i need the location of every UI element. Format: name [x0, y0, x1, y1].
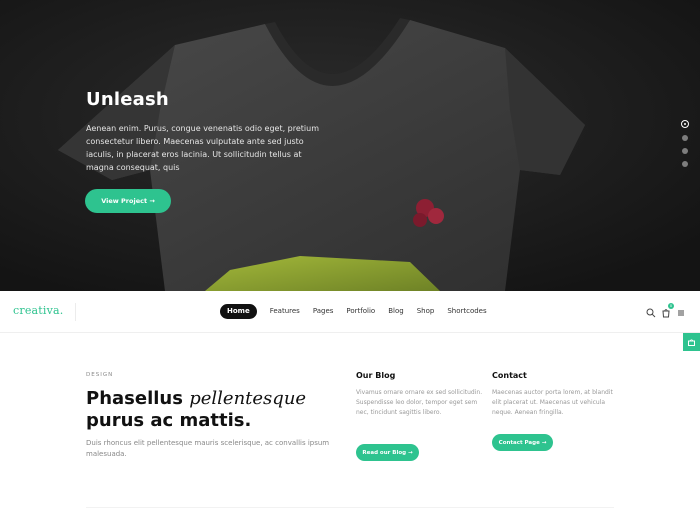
section-body: Duis rhoncus elit pellentesque mauris sc… — [86, 439, 330, 458]
headline-italic: pellentesque — [189, 388, 307, 409]
slider-dot-2[interactable] — [682, 135, 688, 141]
nav-icons: 0 — [645, 303, 690, 318]
section-divider — [86, 507, 614, 508]
slider-dot-3[interactable] — [682, 148, 688, 154]
menu-icon[interactable] — [675, 306, 687, 318]
nav-item-shop[interactable]: Shop — [417, 304, 435, 319]
nav-item-features[interactable]: Features — [270, 304, 300, 319]
contact-title: Contact — [492, 371, 527, 380]
nav-item-portfolio[interactable]: Portfolio — [346, 304, 375, 319]
read-blog-button[interactable]: Read our Blog → — [356, 444, 419, 461]
main-menu: Home Features Pages Portfolio Blog Shop … — [220, 304, 500, 319]
blog-title: Our Blog — [356, 371, 396, 380]
nav-item-pages[interactable]: Pages — [313, 304, 334, 319]
cart-count-badge: 0 — [668, 303, 674, 309]
headline-part-2: purus ac mattis. — [86, 410, 252, 431]
main-navbar: creativa. Home Features Pages Portfolio … — [0, 291, 700, 333]
site-logo[interactable]: creativa. — [13, 304, 64, 317]
view-project-button[interactable]: View Project → — [85, 189, 171, 213]
blog-column: Our Blog Vivamus ornare ornare ex sed so… — [356, 371, 486, 418]
section-eyebrow: DESIGN — [86, 372, 114, 378]
nav-item-shortcodes[interactable]: Shortcodes — [447, 304, 486, 319]
hero-slider: Unleash Aenean enim. Purus, congue venen… — [0, 0, 700, 291]
search-icon[interactable] — [645, 306, 657, 318]
blog-text: Vivamus ornare ornare ex sed sollicitudi… — [356, 389, 483, 416]
nav-item-home[interactable]: Home — [220, 304, 257, 319]
side-panel-tab[interactable] — [683, 333, 700, 351]
hero-title: Unleash — [86, 89, 169, 110]
contact-column: Contact Maecenas auctor porta lorem, at … — [492, 371, 622, 418]
contact-text: Maecenas auctor porta lorem, at blandit … — [492, 389, 613, 416]
headline-part-1: Phasellus — [86, 388, 183, 409]
slider-dot-4[interactable] — [682, 161, 688, 167]
hero-description: Aenean enim. Purus, congue venenatis odi… — [86, 124, 320, 172]
slider-pagination — [681, 120, 689, 174]
cart-icon[interactable]: 0 — [660, 303, 674, 318]
contact-page-button[interactable]: Contact Page → — [492, 434, 553, 451]
logo-divider — [75, 303, 76, 321]
cart-icon — [688, 338, 695, 346]
section-headline: Phasellus pellentesque purus ac mattis. — [86, 388, 346, 432]
nav-item-blog[interactable]: Blog — [388, 304, 403, 319]
slider-dot-1[interactable] — [681, 120, 689, 128]
